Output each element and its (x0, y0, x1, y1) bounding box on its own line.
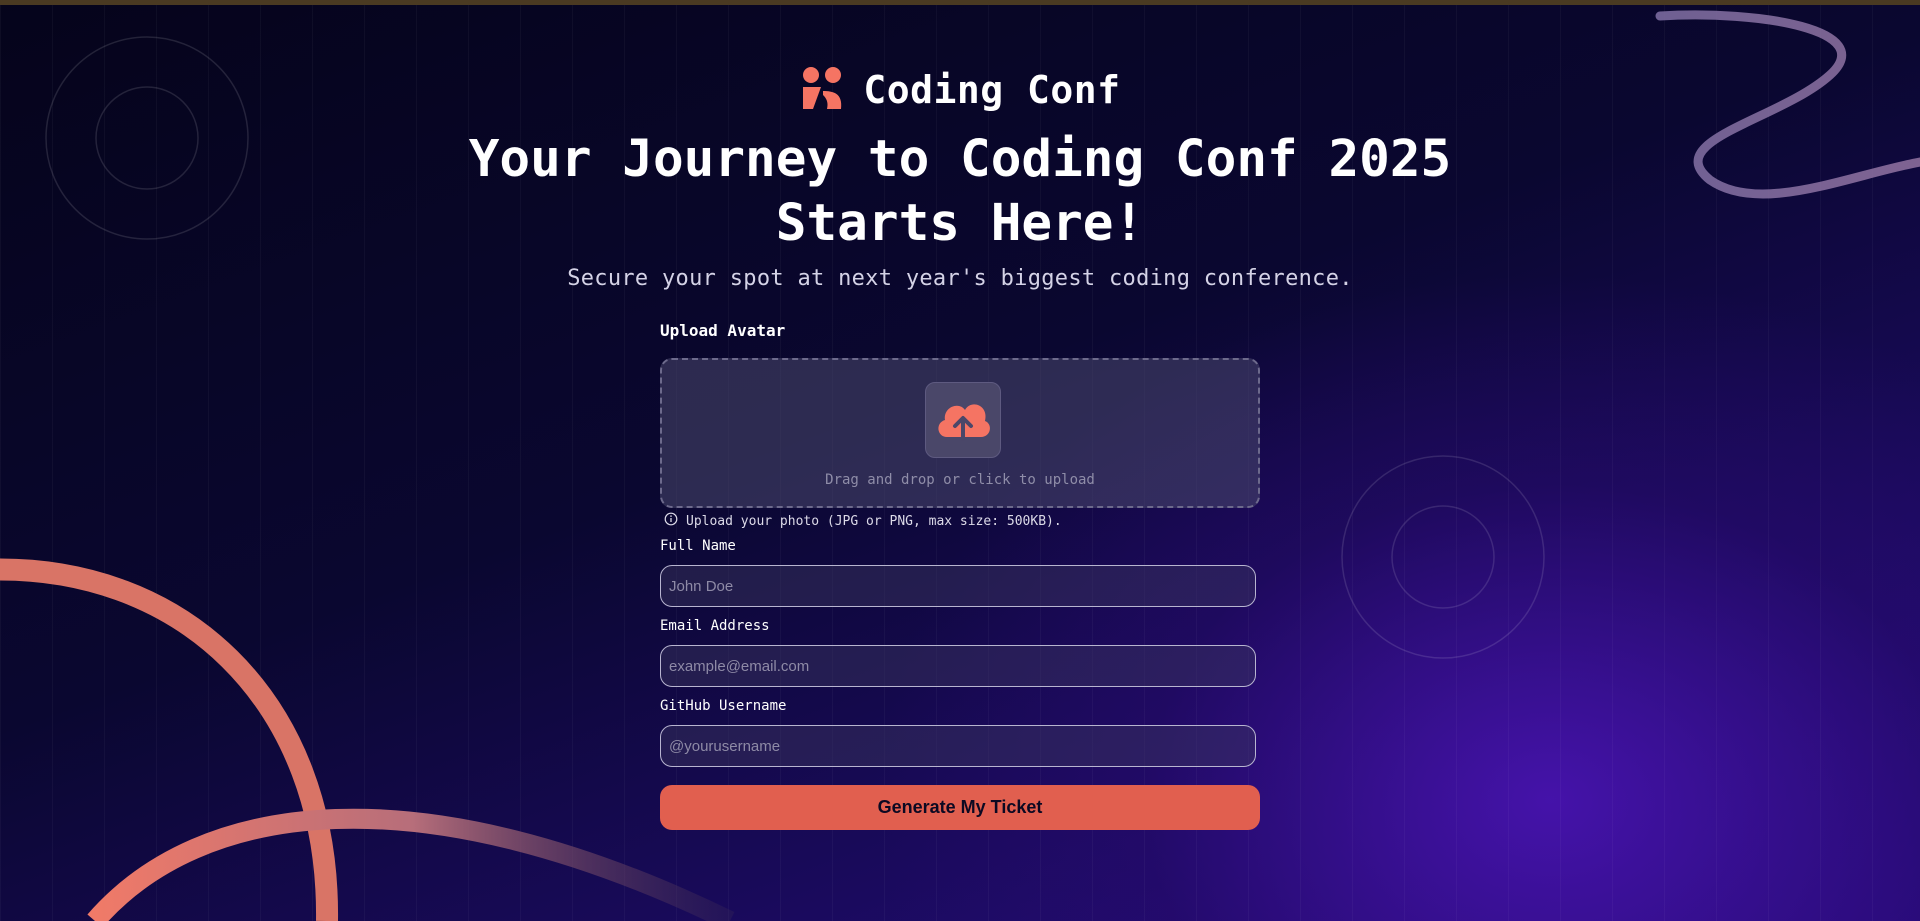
ticket-form: Upload Avatar Drag and drop or click to … (660, 321, 1260, 830)
email-label: Email Address (660, 618, 770, 634)
info-circle-icon (664, 512, 678, 530)
upload-prompt: Drag and drop or click to upload (825, 472, 1095, 488)
upload-hint-text: Upload your photo (JPG or PNG, max size:… (686, 513, 1062, 529)
github-username-input[interactable] (660, 725, 1256, 767)
brand-logo: Coding Conf (0, 60, 1920, 120)
page-title: Your Journey to Coding Conf 2025 Starts … (468, 130, 1452, 253)
avatar-upload-dropzone[interactable]: Drag and drop or click to upload (660, 358, 1260, 508)
full-name-input[interactable] (660, 565, 1256, 607)
email-input[interactable] (660, 645, 1256, 687)
full-name-label: Full Name (660, 538, 736, 554)
avatar-label: Upload Avatar (660, 321, 786, 340)
coding-conf-logo-icon (799, 65, 845, 115)
upload-icon-box (925, 382, 1001, 458)
header: Coding Conf (0, 60, 1920, 120)
github-label: GitHub Username (660, 698, 787, 714)
page-subtitle: Secure your spot at next year's biggest … (567, 266, 1353, 291)
upload-hint: Upload your photo (JPG or PNG, max size:… (664, 512, 1062, 530)
cloud-upload-icon (933, 393, 993, 447)
brand-name: Coding Conf (863, 68, 1121, 112)
generate-ticket-button[interactable]: Generate My Ticket (660, 785, 1260, 830)
